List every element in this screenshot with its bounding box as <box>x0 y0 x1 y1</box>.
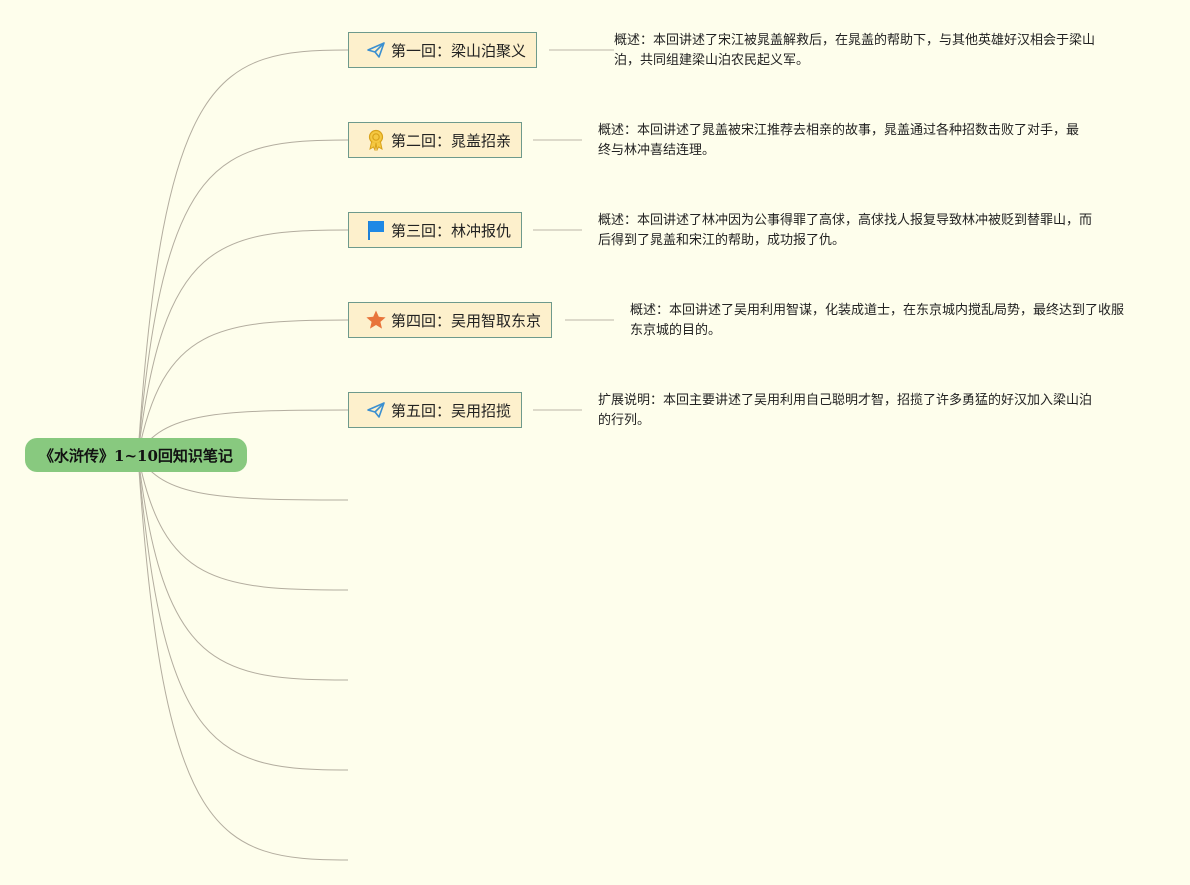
flag-icon <box>365 219 387 241</box>
note-text: 概述：本回讲述了吴用利用智谋，化装成道士，在东京城内搅乱局势，最终达到了收服东京… <box>630 303 1125 338</box>
note-text: 概述：本回讲述了林冲因为公事得罪了高俅，高俅找人报复导致林冲被贬到替罪山，而后得… <box>598 213 1093 248</box>
branch-line <box>137 229 349 456</box>
empty-branch-line <box>137 454 349 591</box>
note-chapter-1[interactable]: 概述：本回讲述了宋江被晁盖解救后，在晁盖的帮助下，与其他英雄好汉相会于梁山泊，共… <box>614 31 1114 71</box>
branch-line <box>137 319 349 456</box>
root-topic-label: 《水浒传》1~10回知识笔记 <box>39 446 233 465</box>
topic-chapter-5[interactable]: 第五回：吴用招揽 <box>348 392 523 428</box>
empty-branch-line <box>137 454 349 861</box>
note-chapter-4[interactable]: 概述：本回讲述了吴用利用智谋，化装成道士，在东京城内搅乱局势，最终达到了收服东京… <box>630 301 1125 341</box>
branch-line <box>137 139 349 456</box>
topic-chapter-1[interactable]: 第一回：梁山泊聚义 <box>348 32 538 68</box>
award-medal-icon <box>365 129 387 151</box>
note-text: 概述：本回讲述了宋江被晁盖解救后，在晁盖的帮助下，与其他英雄好汉相会于梁山泊，共… <box>614 33 1096 68</box>
topic-label: 第二回：晁盖招亲 <box>391 131 512 150</box>
topic-label: 第四回：吴用智取东京 <box>391 311 542 330</box>
empty-branch-line <box>137 454 349 681</box>
topic-label: 第一回：梁山泊聚义 <box>391 41 527 60</box>
topic-label: 第五回：吴用招揽 <box>391 401 512 420</box>
note-chapter-2[interactable]: 概述：本回讲述了晁盖被宋江推荐去相亲的故事，晁盖通过各种招数击败了对手，最终与林… <box>598 121 1088 161</box>
paper-plane-icon <box>365 39 387 61</box>
topic-chapter-2[interactable]: 第二回：晁盖招亲 <box>348 122 523 158</box>
star-icon <box>365 309 387 331</box>
note-text: 扩展说明：本回主要讲述了吴用利用自己聪明才智，招揽了许多勇猛的好汉加入梁山泊的行… <box>598 393 1093 428</box>
topic-label: 第三回：林冲报仇 <box>391 221 512 240</box>
empty-branch-line <box>137 454 349 771</box>
mind-map-canvas: 《水浒传》1~10回知识笔记 第一回：梁山泊聚义 概述：本回讲述了宋江被晁盖解救… <box>0 0 1190 885</box>
branch-line <box>137 49 349 456</box>
note-text: 概述：本回讲述了晁盖被宋江推荐去相亲的故事，晁盖通过各种招数击败了对手，最终与林… <box>598 123 1080 158</box>
topic-chapter-4[interactable]: 第四回：吴用智取东京 <box>348 302 553 338</box>
topic-chapter-3[interactable]: 第三回：林冲报仇 <box>348 212 523 248</box>
root-topic[interactable]: 《水浒传》1~10回知识笔记 <box>25 438 247 472</box>
note-chapter-3[interactable]: 概述：本回讲述了林冲因为公事得罪了高俅，高俅找人报复导致林冲被贬到替罪山，而后得… <box>598 211 1098 251</box>
note-chapter-5[interactable]: 扩展说明：本回主要讲述了吴用利用自己聪明才智，招揽了许多勇猛的好汉加入梁山泊的行… <box>598 391 1098 431</box>
paper-plane-icon <box>365 399 387 421</box>
